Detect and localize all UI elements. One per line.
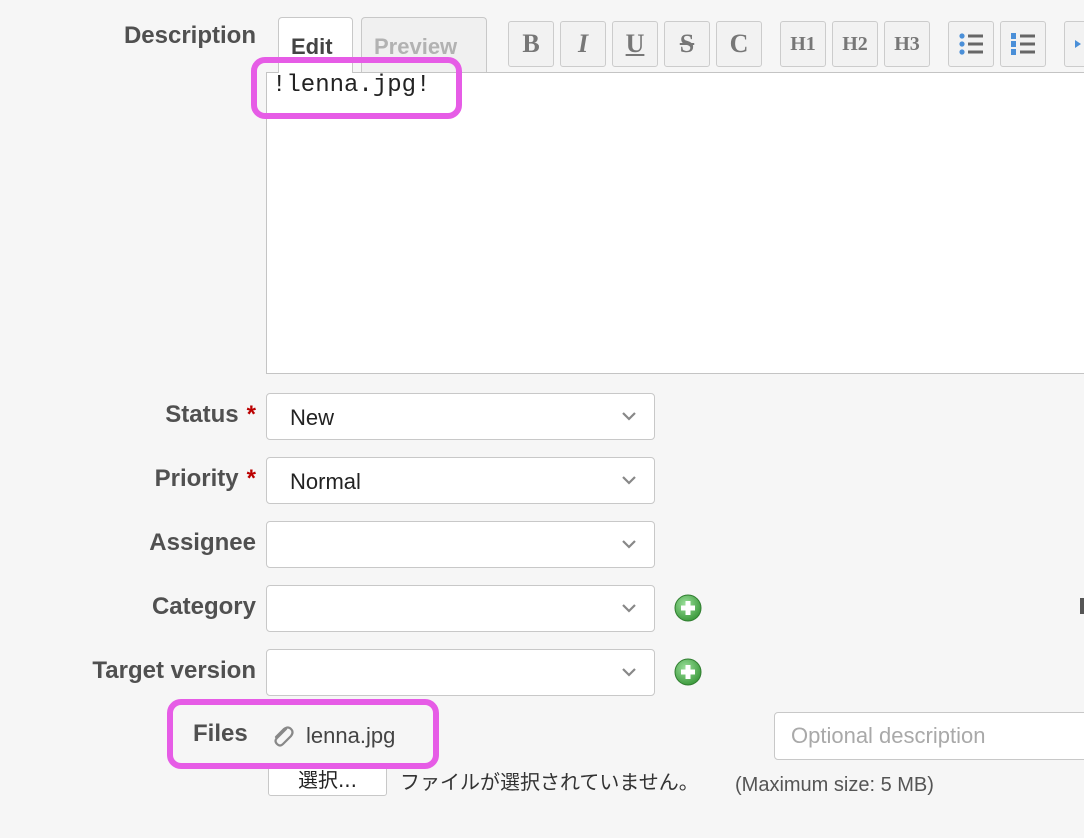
max-size-text: (Maximum size: 5 MB) — [735, 774, 934, 796]
chevron-down-icon — [622, 540, 636, 549]
status-select[interactable]: New — [266, 393, 655, 440]
assignee-select[interactable] — [266, 521, 655, 568]
heading2-icon: H2 — [842, 32, 868, 55]
bullet-list-button[interactable] — [948, 21, 994, 67]
target-version-label: Target version — [92, 657, 256, 684]
chevron-down-icon — [622, 668, 636, 677]
heading3-button[interactable]: H3 — [884, 21, 930, 67]
add-version-icon[interactable] — [673, 657, 703, 687]
status-label: Status * — [165, 401, 256, 428]
files-highlight — [167, 699, 439, 769]
priority-select[interactable]: Normal — [266, 457, 655, 504]
edge-marker — [1080, 598, 1084, 614]
heading3-icon: H3 — [894, 32, 920, 55]
file-description-input[interactable] — [774, 712, 1084, 760]
numbered-list-button[interactable] — [1000, 21, 1046, 67]
italic-icon: I — [577, 29, 589, 58]
heading2-button[interactable]: H2 — [832, 21, 878, 67]
italic-button[interactable]: I — [560, 21, 606, 67]
strikethrough-icon: S — [679, 29, 695, 58]
chevron-down-icon — [622, 604, 636, 613]
heading1-icon: H1 — [790, 32, 816, 55]
strikethrough-button[interactable]: S — [664, 21, 710, 67]
bold-icon: B — [522, 29, 540, 58]
category-select[interactable] — [266, 585, 655, 632]
required-marker: * — [246, 401, 256, 428]
code-button[interactable]: C — [716, 21, 762, 67]
code-icon: C — [729, 29, 749, 58]
textarea-highlight — [251, 57, 462, 119]
status-value: New — [290, 405, 335, 430]
bullet-list-icon — [959, 33, 983, 55]
heading1-button[interactable]: H1 — [780, 21, 826, 67]
numbered-list-icon — [1011, 33, 1035, 55]
underline-button[interactable]: U — [612, 21, 658, 67]
indent-button[interactable] — [1064, 21, 1084, 67]
add-category-icon[interactable] — [673, 593, 703, 623]
priority-label: Priority * — [154, 465, 256, 492]
no-file-text: ファイルが選択されていません。 — [400, 770, 699, 794]
chevron-down-icon — [622, 476, 636, 485]
description-label: Description — [123, 22, 256, 49]
target-version-select[interactable] — [266, 649, 655, 696]
indent-icon — [1075, 40, 1081, 48]
category-label: Category — [151, 593, 256, 620]
bold-button[interactable]: B — [508, 21, 554, 67]
chevron-down-icon — [622, 412, 636, 421]
underline-icon: U — [625, 29, 645, 58]
required-marker: * — [246, 465, 256, 492]
priority-value: Normal — [290, 469, 361, 494]
assignee-label: Assignee — [149, 529, 256, 556]
